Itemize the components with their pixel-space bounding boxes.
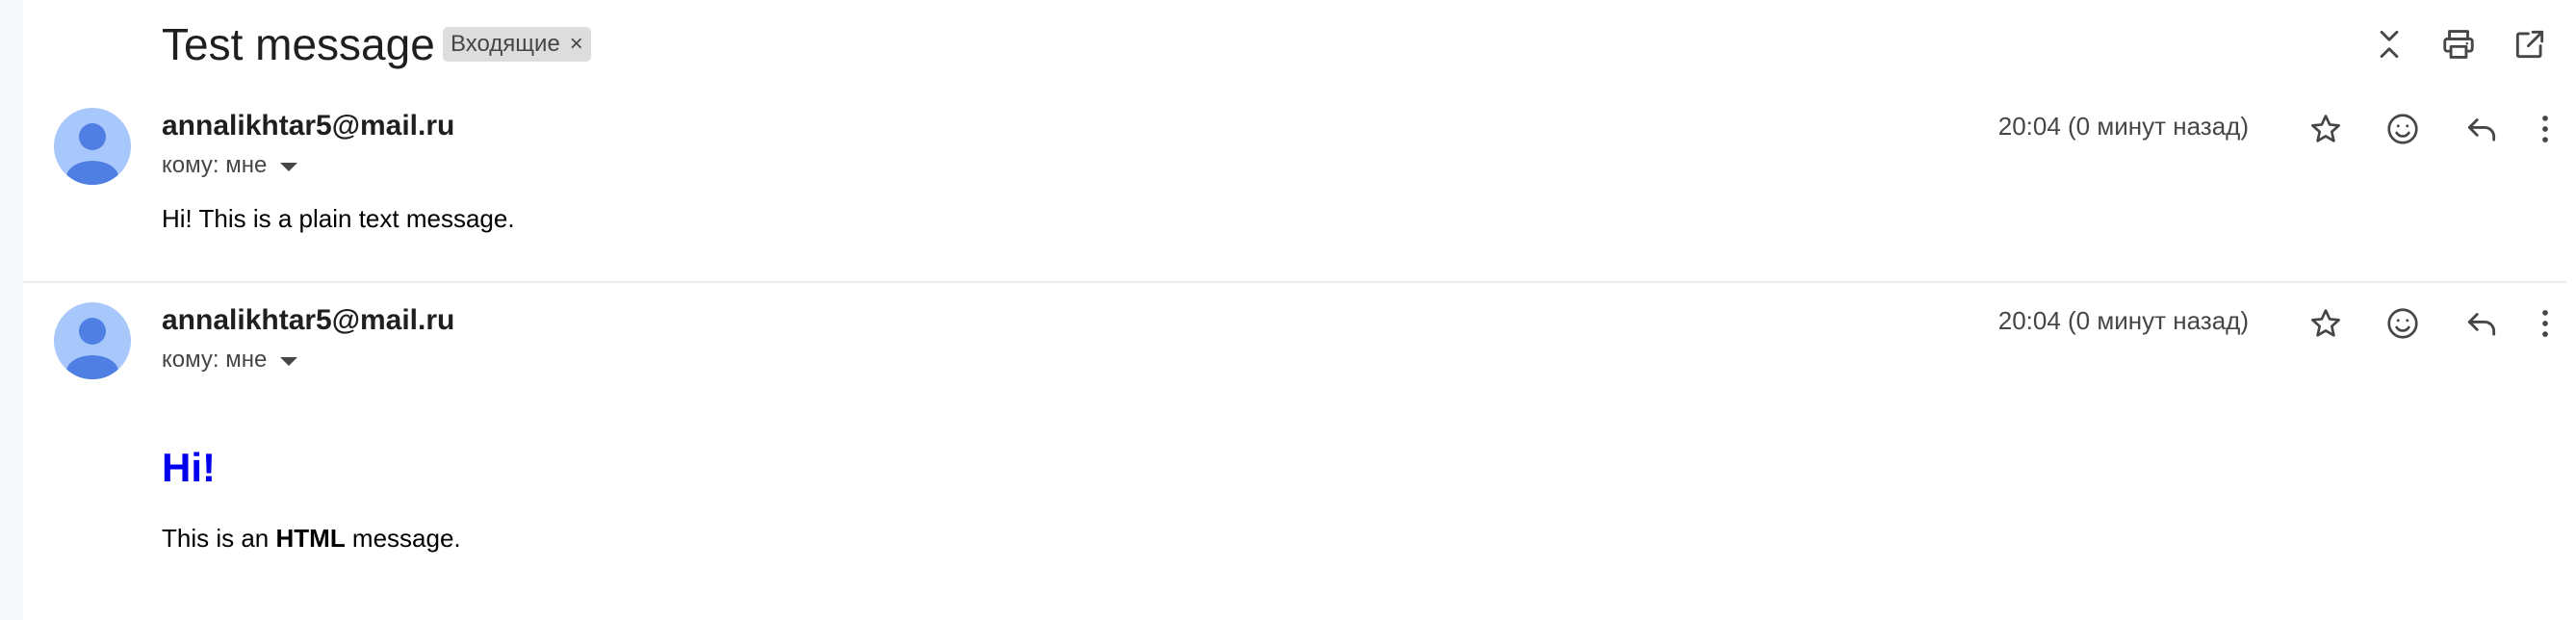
message-item: annalikhtar5@mail.ru кому: мне 20:04 (0 … xyxy=(23,89,2566,283)
avatar[interactable] xyxy=(54,302,131,379)
sender-address[interactable]: annalikhtar5@mail.ru xyxy=(162,304,454,337)
label-text: Входящие xyxy=(451,31,560,57)
message-actions xyxy=(2278,108,2566,150)
more-vert-icon[interactable] xyxy=(2524,108,2566,150)
star-icon[interactable] xyxy=(2305,302,2347,345)
open-in-new-window-icon[interactable] xyxy=(2509,23,2551,65)
thread-subject: Test message xyxy=(162,19,435,69)
body-text-prefix: This is an xyxy=(162,524,276,553)
caret-down-icon xyxy=(280,162,298,171)
collapse-all-icon[interactable] xyxy=(2368,23,2410,65)
message-time: 20:04 (0 минут назад) xyxy=(1997,306,2249,335)
reply-icon[interactable] xyxy=(2460,302,2503,345)
message-item: annalikhtar5@mail.ru кому: мне 20:04 (0 … xyxy=(23,283,2566,620)
sender-address[interactable]: annalikhtar5@mail.ru xyxy=(162,110,454,142)
body-text-bold: HTML xyxy=(275,524,346,553)
person-icon xyxy=(66,123,118,185)
message-heading: Hi! xyxy=(162,445,216,490)
recipient-label: кому: мне xyxy=(162,152,268,178)
left-panel-edge xyxy=(0,0,23,620)
recipient-details-toggle[interactable]: кому: мне xyxy=(162,152,298,179)
person-icon xyxy=(66,318,118,379)
body-text-suffix: message. xyxy=(345,524,461,553)
print-icon[interactable] xyxy=(2437,23,2480,65)
caret-down-icon xyxy=(280,356,298,366)
message-time: 20:04 (0 минут назад) xyxy=(1997,112,2249,141)
message-body: Hi! This is a plain text message. xyxy=(162,204,515,233)
inbox-label-chip[interactable]: Входящие × xyxy=(443,27,591,62)
message-actions xyxy=(2278,302,2566,345)
message-body: This is an HTML message. xyxy=(162,524,461,554)
reply-icon[interactable] xyxy=(2460,108,2503,150)
recipient-label: кому: мне xyxy=(162,347,268,373)
recipient-details-toggle[interactable]: кому: мне xyxy=(162,347,298,374)
thread-header: Test message Входящие × xyxy=(0,0,2576,89)
emoji-reaction-icon[interactable] xyxy=(2382,108,2424,150)
avatar[interactable] xyxy=(54,108,131,185)
more-vert-icon[interactable] xyxy=(2524,302,2566,345)
remove-label-button[interactable]: × xyxy=(570,31,583,58)
emoji-reaction-icon[interactable] xyxy=(2382,302,2424,345)
star-icon[interactable] xyxy=(2305,108,2347,150)
